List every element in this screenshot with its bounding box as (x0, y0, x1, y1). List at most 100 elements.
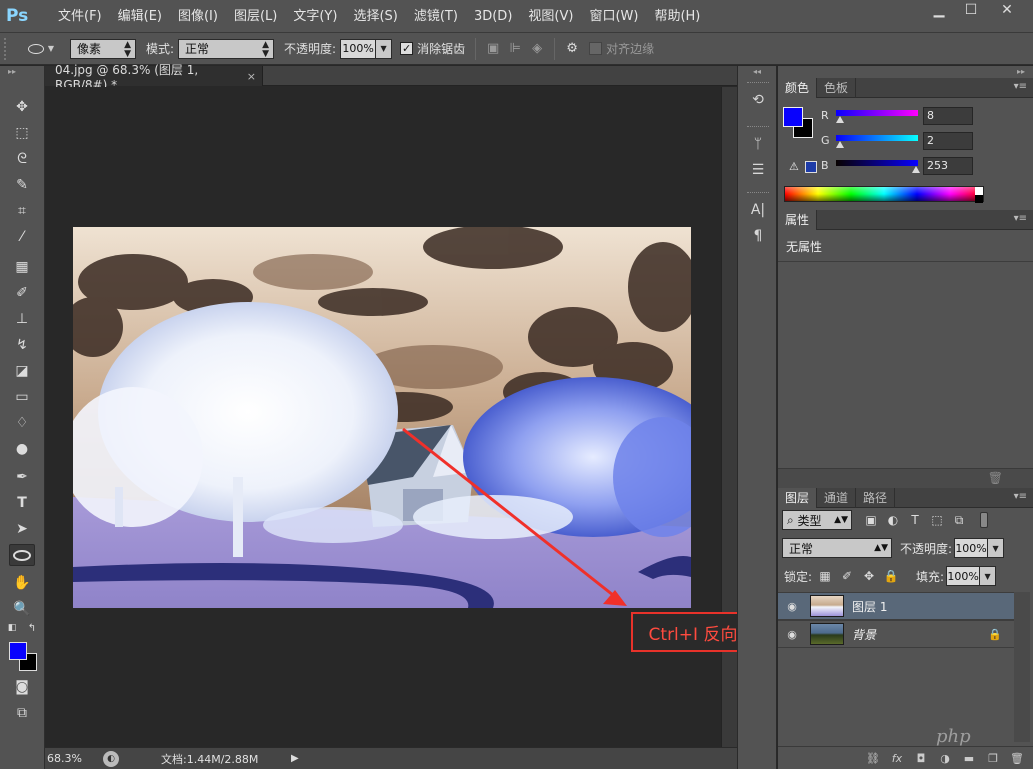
blur-tool-icon[interactable]: ♢ (9, 412, 35, 434)
foreground-color-swatch[interactable] (9, 642, 27, 660)
tab-channels[interactable]: 通道 (817, 488, 857, 508)
layers-scrollbar[interactable] (1014, 592, 1030, 742)
out-of-gamut-warning-icon[interactable]: ⚠ (789, 160, 799, 173)
trash-icon[interactable]: 🗑 (988, 471, 1003, 485)
eye-icon[interactable]: ◉ (778, 628, 806, 641)
menu-image[interactable]: 图像(I) (170, 0, 226, 33)
crop-tool-icon[interactable]: ⌗ (9, 200, 35, 222)
options-grip[interactable] (4, 37, 12, 60)
green-value-input[interactable]: 2 (923, 132, 973, 150)
swap-colors-icon[interactable]: ↰ (24, 622, 40, 634)
fill-input[interactable]: 100% (946, 566, 981, 586)
tab-properties[interactable]: 属性 (778, 210, 818, 230)
clone-stamp-tool-icon[interactable]: ⊥ (9, 308, 35, 330)
healing-brush-tool-icon[interactable]: ▦ (9, 256, 35, 278)
red-slider[interactable] (836, 110, 918, 116)
layer-kind-filter-select[interactable]: ⌕ 类型 ▲▼ (782, 510, 852, 530)
trash-icon[interactable]: 🗑 (1009, 750, 1025, 766)
brush-panel-icon[interactable]: ☰ (748, 160, 768, 180)
ellipse-tool-icon[interactable] (9, 544, 35, 566)
pen-tool-icon[interactable]: ✒ (9, 466, 35, 488)
quick-select-tool-icon[interactable]: ✎ (9, 174, 35, 196)
new-layer-icon[interactable]: ❐ (985, 750, 1001, 766)
dock-collapse-icon[interactable]: ◂◂ (738, 66, 776, 78)
layer-opacity-input[interactable]: 100% (954, 538, 989, 558)
toolbar-collapse-icon[interactable]: ▸▸ (0, 66, 44, 78)
menu-select[interactable]: 选择(S) (345, 0, 405, 33)
menu-help[interactable]: 帮助(H) (646, 0, 708, 33)
tab-color[interactable]: 颜色 (778, 78, 818, 98)
dodge-tool-icon[interactable]: ● (9, 438, 35, 460)
eyedropper-tool-icon[interactable]: ⁄ (9, 226, 35, 248)
shape-layer-filter-icon[interactable]: ⬚ (926, 510, 948, 530)
menu-file[interactable]: 文件(F) (50, 0, 110, 33)
lock-all-icon[interactable]: 🔒 (880, 567, 902, 585)
type-layer-filter-icon[interactable]: T (904, 510, 926, 530)
tool-preset-picker[interactable]: ▼ (20, 38, 62, 60)
link-layers-icon[interactable]: ⛓ (865, 750, 881, 766)
gear-icon[interactable]: ⚙ (561, 38, 583, 60)
menu-type[interactable]: 文字(Y) (285, 0, 345, 33)
screen-mode-icon[interactable]: ⧉ (9, 702, 35, 724)
web-safe-color-swatch[interactable] (805, 161, 817, 173)
status-menu-arrow-icon[interactable]: ▶ (291, 753, 299, 764)
tool-mode-select[interactable]: 像素 ▲ ▼ (70, 38, 136, 59)
smart-object-filter-icon[interactable]: ⧉ (948, 510, 970, 530)
brush-presets-icon[interactable]: ᛘ (748, 134, 768, 154)
tab-layers[interactable]: 图层 (778, 488, 818, 508)
eye-icon[interactable]: ◉ (778, 600, 806, 613)
red-slider-knob[interactable] (836, 116, 844, 123)
tab-swatches[interactable]: 色板 (817, 78, 857, 98)
lasso-tool-icon[interactable]: ᘓ (9, 148, 35, 170)
add-mask-icon[interactable]: ◘ (913, 750, 929, 766)
layer-blend-mode-select[interactable]: 正常 ▲▼ (782, 538, 892, 558)
color-spectrum-ramp[interactable] (784, 186, 984, 203)
right-panels-collapse-icon[interactable]: ▸▸ (778, 66, 1033, 78)
align-edges-checkbox[interactable] (589, 42, 603, 55)
layer-row-background[interactable]: ◉ 背景 🔒 (778, 620, 1014, 648)
opacity-input[interactable]: 100% (340, 38, 377, 59)
lock-image-pixels-icon[interactable]: ✐ (836, 567, 858, 585)
black-white-ramp[interactable] (975, 187, 983, 203)
blue-slider-knob[interactable] (912, 166, 920, 173)
pixel-layer-filter-icon[interactable]: ▣ (860, 510, 882, 530)
menu-layer[interactable]: 图层(L) (226, 0, 285, 33)
character-panel-icon[interactable]: A| (748, 200, 768, 220)
zoom-level[interactable]: 68.3% (45, 748, 95, 769)
green-slider[interactable] (836, 135, 918, 141)
new-group-icon[interactable]: ▬ (961, 750, 977, 766)
history-panel-icon[interactable]: ⟲ (748, 90, 768, 110)
menu-3d[interactable]: 3D(D) (466, 0, 520, 33)
move-tool-icon[interactable]: ✥ (9, 96, 35, 118)
history-brush-tool-icon[interactable]: ↯ (9, 334, 35, 356)
panel-menu-icon[interactable]: ▾≡ (1014, 81, 1027, 92)
marquee-tool-icon[interactable]: ⬚ (9, 122, 35, 144)
adjustment-layer-icon[interactable]: ◑ (937, 750, 953, 766)
eraser-tool-icon[interactable]: ◪ (9, 360, 35, 382)
fill-dropdown-button[interactable]: ▼ (980, 566, 997, 586)
hand-tool-icon[interactable]: ✋ (9, 572, 35, 594)
inverted-photo[interactable] (73, 227, 691, 608)
layer-opacity-dropdown-button[interactable]: ▼ (988, 538, 1005, 558)
blue-value-input[interactable]: 253 (923, 157, 973, 175)
type-tool-icon[interactable]: T (9, 492, 35, 514)
tab-paths[interactable]: 路径 (856, 488, 896, 508)
path-alignment-icon[interactable]: ⊫ (504, 38, 526, 60)
paragraph-panel-icon[interactable]: ¶ (748, 226, 768, 246)
blend-mode-select[interactable]: 正常 ▲ ▼ (178, 38, 275, 59)
path-operations-icon[interactable]: ▣ (482, 38, 504, 60)
menu-view[interactable]: 视图(V) (520, 0, 581, 33)
menu-edit[interactable]: 编辑(E) (110, 0, 170, 33)
green-slider-knob[interactable] (836, 141, 844, 148)
layer-row-layer1[interactable]: ◉ 图层 1 (778, 592, 1014, 620)
status-info-icon[interactable]: ◐ (103, 750, 119, 767)
menu-window[interactable]: 窗口(W) (581, 0, 646, 33)
layer-style-fx-icon[interactable]: fx (889, 750, 905, 766)
document-tab[interactable]: 04.jpg @ 68.3% (图层 1, RGB/8#) * × (45, 63, 263, 92)
menu-filter[interactable]: 滤镜(T) (406, 0, 466, 33)
antialias-checkbox[interactable]: ✓ (400, 42, 414, 55)
minimize-button[interactable]: ▁ (923, 0, 955, 20)
maximize-button[interactable]: ☐ (955, 0, 987, 20)
adjustment-layer-filter-icon[interactable]: ◐ (882, 510, 904, 530)
close-window-button[interactable]: ✕ (987, 0, 1027, 20)
